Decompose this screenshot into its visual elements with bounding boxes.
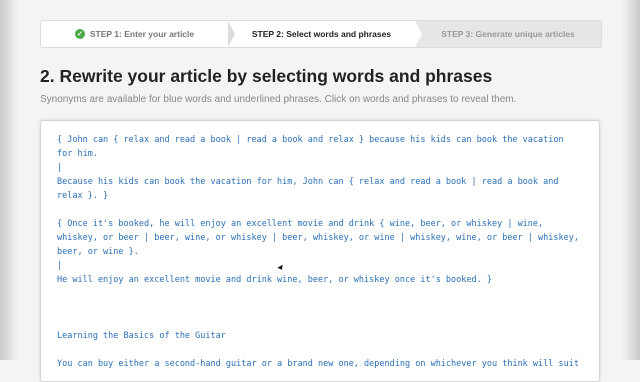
step-2-label: STEP 2: Select words and phrases (251, 29, 392, 39)
step-2-tab[interactable]: STEP 2: Select words and phrases (228, 21, 422, 47)
check-circle-icon: ✓ (74, 29, 85, 39)
editor-line[interactable]: { Once it's booked, he will enjoy an exc… (57, 217, 583, 231)
right-edge-shadow (622, 0, 640, 360)
editor-line[interactable]: beer, or wine }. (57, 245, 583, 259)
editor-line[interactable]: { John can { relax and read a book | rea… (57, 133, 583, 147)
step-1-label: STEP 1: Enter your article (89, 29, 195, 39)
article-editor[interactable]: { John can { relax and read a book | rea… (40, 120, 600, 382)
step-1-tab[interactable]: ✓ STEP 1: Enter your article (41, 21, 235, 47)
step-3-label: STEP 3: Generate unique articles (441, 29, 575, 39)
left-edge-shadow (0, 0, 18, 360)
editor-line[interactable]: You can buy either a second-hand guitar … (57, 357, 583, 371)
article-spintax-text: { John can { relax and read a book | rea… (57, 133, 583, 371)
editor-line[interactable]: relax }. } (57, 189, 583, 203)
editor-line[interactable]: whiskey, or beer | beer, wine, or whiske… (57, 231, 583, 245)
page-title: 2. Rewrite your article by selecting wor… (40, 66, 493, 86)
editor-line[interactable]: for him. (57, 147, 583, 161)
editor-line[interactable]: Learning the Basics of the Guitar (57, 329, 583, 343)
editor-line[interactable]: Because his kids can book the vacation f… (57, 175, 583, 189)
editor-line[interactable]: | (57, 161, 583, 175)
editor-line[interactable]: | (57, 259, 583, 273)
step-3-tab[interactable]: STEP 3: Generate unique articles (415, 21, 601, 47)
step-progress-bar: ✓ STEP 1: Enter your article STEP 2: Sel… (40, 20, 602, 48)
page-subtitle: Synonyms are available for blue words an… (40, 94, 517, 105)
editor-line[interactable]: He will enjoy an excellent movie and dri… (57, 273, 583, 287)
